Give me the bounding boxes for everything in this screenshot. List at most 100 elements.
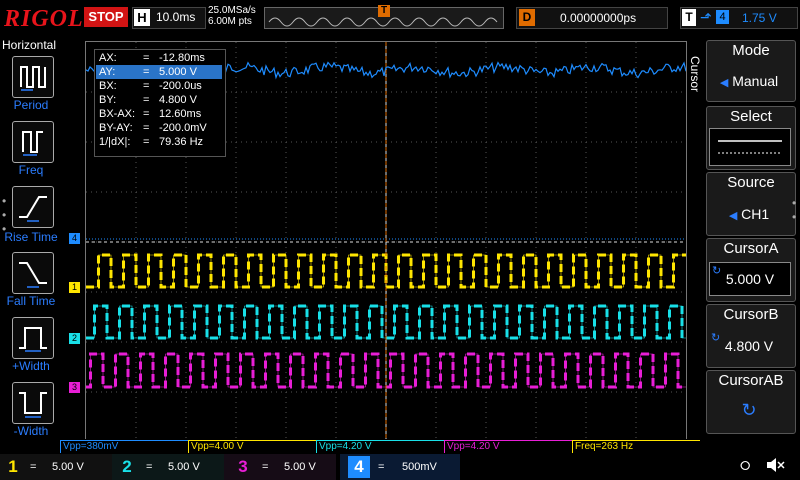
cursor-readout-row: AX: = -12.80ms (96, 51, 222, 65)
positive-width-button[interactable] (12, 317, 54, 359)
cursor-readout-value: 4.800 V (159, 94, 197, 106)
source-value: ◀ CH1 (709, 198, 789, 230)
fall-time-label: Fall Time (6, 294, 56, 308)
cursor-readout-value: -12.80ms (159, 52, 205, 64)
ch1-coupling: = (30, 461, 37, 473)
measurement-ch2-vpp[interactable]: Vpp=4.20 V (316, 440, 444, 453)
positive-width-icon (19, 327, 47, 352)
cursor-readout-name: BY: (99, 94, 117, 106)
cursor-readout-equals: = (143, 108, 150, 120)
select-cursor-icon (709, 128, 791, 166)
cursor-menu-title: Cursor (688, 56, 702, 93)
cursor-readout-equals: = (143, 122, 150, 134)
cursor-readout-value: 12.60ms (159, 108, 202, 120)
sound-icon[interactable] (764, 456, 786, 479)
ch1-scale: 5.00 V (52, 461, 84, 473)
cursor-b-value-text: 4.800 V (724, 338, 774, 354)
page-indicator-dots: • • • (2, 194, 7, 236)
cursor-readout-name: BX-AX: (99, 108, 136, 120)
source-title: Source (727, 174, 775, 191)
knob-icon: ↻ (741, 400, 757, 420)
cursor-readout-equals: = (143, 66, 150, 78)
rise-time-label: Rise Time (4, 230, 58, 244)
select-title: Select (730, 108, 772, 125)
period-label: Period (13, 98, 49, 112)
frequency-icon (22, 131, 43, 156)
ch4-number: 4 (348, 456, 370, 478)
cursor-readout-name: AX: (99, 52, 117, 64)
cursor-a-value-text: 5.000 V (725, 271, 775, 287)
trigger-box[interactable] (680, 7, 798, 29)
frequency-button[interactable] (12, 121, 54, 163)
ch1-number: 1 (8, 457, 18, 476)
ch4-scale: 500mV (402, 461, 437, 473)
brand-logo: RIGOL (4, 6, 84, 32)
mode-value-text: Manual (732, 73, 779, 89)
negative-width-icon (19, 392, 47, 418)
cursor-readout-value: -200.0mV (159, 122, 207, 134)
mode-title: Mode (732, 42, 770, 59)
cursor-readout-equals: = (143, 80, 150, 92)
positive-width-label: +Width (12, 359, 50, 373)
negative-width-button[interactable] (12, 382, 54, 424)
trigger-source: 4 (716, 10, 729, 24)
ch2-number: 2 (122, 457, 132, 476)
measurement-ch4-vpp[interactable]: Vpp=380mV (60, 440, 188, 453)
frequency-label: Freq (18, 163, 44, 177)
source-value-text: CH1 (741, 206, 770, 222)
cursor-readout-value: 79.36 Hz (159, 136, 204, 148)
trigger-level: 1.75 V (742, 11, 777, 25)
timebase-value: 10.0ms (156, 10, 196, 24)
sample-rate: 25.0MSa/s (208, 5, 256, 16)
cursor-readout-name: AY: (99, 66, 116, 78)
rise-time-button[interactable] (12, 186, 54, 228)
ch2-coupling: = (146, 461, 153, 473)
rising-edge-icon: ⬏ (700, 9, 712, 25)
negative-width-label: -Width (13, 424, 49, 438)
cursor-readout-value: 5.000 V (159, 66, 197, 78)
period-button[interactable] (12, 56, 54, 98)
cursor-readout-name: BY-AY: (99, 122, 133, 134)
cursor-readout-row: BX-AX: = 12.60ms (96, 107, 222, 121)
cursor-readout-row: AY: = 5.000 V (96, 65, 222, 79)
ch1-offset-marker[interactable]: 1 (69, 282, 80, 293)
rise-time-icon (19, 196, 47, 222)
fall-time-button[interactable] (12, 252, 54, 294)
run-stop-status[interactable]: STOP (84, 7, 128, 27)
ch3-offset-marker[interactable]: 3 (69, 382, 80, 393)
cursor-readout-row: BY: = 4.800 V (96, 93, 222, 107)
ch3-coupling: = (262, 461, 269, 473)
cursor-readout-equals: = (143, 52, 150, 64)
ch2-scale: 5.00 V (168, 461, 200, 473)
horizontal-panel-title: Horizontal (2, 38, 57, 52)
delay-label: D (519, 9, 535, 26)
cursor-b-value: ↻ 4.800 V (709, 330, 789, 362)
horizontal-label: H (134, 9, 150, 26)
cursor-readout-row: 1/|dX|: = 79.36 Hz (96, 135, 222, 149)
trigger-position-marker: T (378, 5, 390, 17)
page-indicator-dots: • • (792, 196, 797, 224)
cursor-lines-icon (718, 140, 782, 154)
ch4-offset-marker[interactable]: 4 (69, 233, 80, 244)
cursor-readout-equals: = (143, 136, 150, 148)
ch3-scale: 5.00 V (284, 461, 316, 473)
left-arrow-icon: ◀ (719, 77, 729, 89)
fall-time-icon (19, 262, 47, 288)
cursor-readout-name: 1/|dX|: (99, 136, 131, 148)
usb-icon: ⭘ (740, 458, 751, 473)
speaker-muted-glyph (767, 458, 785, 472)
sample-rate-readout: 25.0MSa/s 6.00M pts (208, 5, 256, 27)
cursor-readout-row: BX: = -200.0us (96, 79, 222, 93)
cursor-readout-equals: = (143, 94, 150, 106)
measurement-ch1-freq[interactable]: Freq=263 Hz (572, 440, 700, 453)
measurement-ch1-vpp[interactable]: Vpp=4.00 V (188, 440, 316, 453)
knob-icon: ↻ (711, 332, 721, 344)
cursor-readout-value: -200.0us (159, 80, 202, 92)
cursor-a-value[interactable]: ↻ 5.000 V (709, 262, 791, 296)
cursor-readout-row: BY-AY: = -200.0mV (96, 121, 222, 135)
left-arrow-icon: ◀ (728, 210, 738, 222)
measurement-ch3-vpp[interactable]: Vpp=4.20 V (444, 440, 572, 453)
memory-depth: 6.00M pts (208, 16, 252, 27)
ch2-offset-marker[interactable]: 2 (69, 333, 80, 344)
cursor-ab-knob: ↻ (709, 394, 789, 426)
